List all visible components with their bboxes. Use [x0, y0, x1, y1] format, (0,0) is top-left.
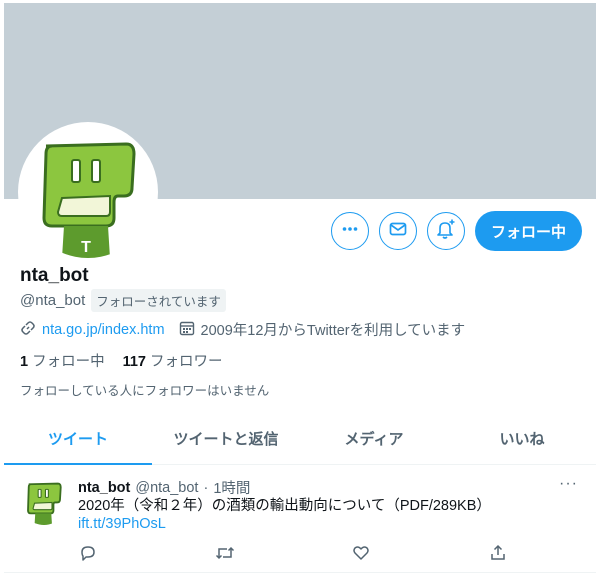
handle-row: @nta_bot フォローされています [20, 289, 226, 312]
svg-text:T: T [81, 239, 91, 256]
tweet-author-name[interactable]: nta_bot [78, 480, 130, 496]
tweet-text: 2020年（令和２年）の酒類の輸出動向について（PDF/289KB） [78, 498, 491, 514]
followed-by-note: フォローしている人にフォロワーはいません [20, 384, 270, 398]
followers-label: フォロワー [149, 354, 223, 370]
followers-count: 117 [122, 354, 146, 370]
share-icon[interactable] [488, 543, 508, 563]
profile-actions: フォロー中 [330, 211, 582, 251]
ellipsis-icon [341, 220, 359, 243]
bell-plus-icon [435, 218, 457, 245]
profile-link[interactable]: nta.go.jp/index.htm [42, 322, 165, 338]
tweet-link[interactable]: ift.tt/39PhOsL [78, 516, 166, 532]
reply-icon[interactable] [78, 543, 98, 563]
like-icon[interactable] [351, 543, 371, 563]
tweet-time[interactable]: 1時間 [213, 477, 250, 498]
tweet-more-button[interactable]: ··· [559, 475, 578, 493]
profile-handle: @nta_bot [20, 292, 86, 309]
tweet-avatar[interactable] [20, 477, 68, 525]
tweet-author-handle[interactable]: @nta_bot [135, 480, 198, 496]
avatar-logo: T [22, 126, 154, 258]
tweet-separator: · [203, 479, 209, 496]
tweet-header: nta_bot @nta_bot · 1時間 [78, 477, 250, 498]
tab-tweets[interactable]: ツイート [4, 413, 152, 465]
follows-you-badge: フォローされています [91, 289, 226, 312]
follow-stats: 1 フォロー中 117 フォロワー [20, 350, 222, 371]
followers-stat[interactable]: 117 フォロワー [123, 350, 223, 371]
link-icon [20, 320, 36, 340]
calendar-icon [179, 320, 195, 340]
retweet-icon[interactable] [215, 543, 235, 563]
joined-date: 2009年12月からTwitterを利用しています [200, 323, 466, 339]
following-label: フォロー中 [32, 354, 105, 370]
following-count: 1 [20, 354, 29, 370]
profile-page: T フォロー中 nta_bot @nta_bot フォローされています nta.… [4, 3, 596, 573]
tweet[interactable]: nta_bot @nta_bot · 1時間 ··· 2020年（令和２年）の酒… [4, 465, 596, 573]
tab-tweets-and-replies[interactable]: ツイートと返信 [152, 413, 300, 464]
notify-button[interactable] [426, 212, 465, 250]
tab-media[interactable]: メディア [300, 413, 448, 464]
tweet-actions [78, 543, 508, 563]
message-button[interactable] [378, 212, 417, 250]
following-stat[interactable]: 1 フォロー中 [20, 350, 105, 371]
profile-avatar[interactable]: T [18, 122, 158, 262]
more-button[interactable] [330, 212, 369, 250]
following-button[interactable]: フォロー中 [474, 211, 582, 251]
profile-tabs: ツイート ツイートと返信 メディア いいね [4, 413, 596, 465]
tab-likes[interactable]: いいね [448, 413, 596, 464]
envelope-icon [388, 219, 408, 244]
profile-meta: nta.go.jp/index.htm 2009年12月からTwitterを利用… [20, 319, 465, 340]
profile-name: nta_bot [20, 265, 89, 286]
